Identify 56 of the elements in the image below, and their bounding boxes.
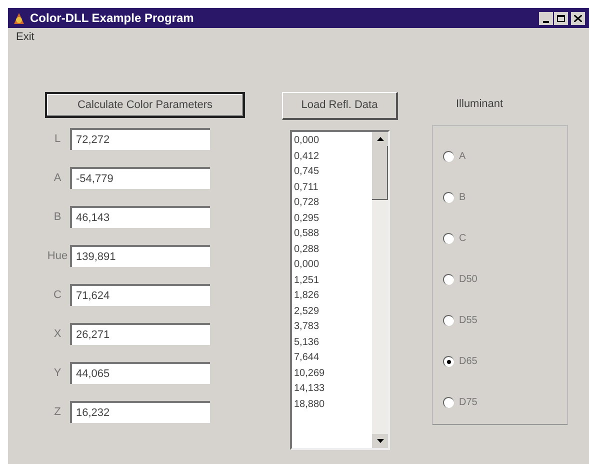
radio-button[interactable] [443,232,454,244]
radio-button[interactable] [443,192,454,202]
list-item[interactable]: 1,251 [294,272,372,288]
list-item[interactable]: 0,588 [294,226,372,242]
radio-button[interactable] [443,356,454,366]
field-label: Z [53,404,62,420]
list-item[interactable]: 0,412 [294,148,372,164]
close-button[interactable] [571,12,585,24]
field-label: A [52,170,62,186]
list-item[interactable]: 3,783 [294,319,372,334]
list-item[interactable]: 14,133 [294,381,372,396]
scrollbar[interactable] [372,132,388,448]
list-item[interactable]: 5,136 [294,334,372,350]
field-label: L [53,132,62,147]
value-field[interactable]: -54,779 [70,167,210,189]
menu-item[interactable]: Exit [12,28,38,46]
value-field[interactable]: 44,065 [70,362,210,384]
scrollbar-thumb[interactable] [372,146,388,200]
value-field[interactable]: 139,891 [70,245,210,267]
list-item[interactable]: 10,269 [294,366,372,381]
value-field[interactable]: 46,143 [70,206,210,228]
list-item[interactable]: 0,000 [294,257,372,272]
list-item[interactable]: 0,711 [294,180,372,195]
value-field[interactable]: 26,271 [70,323,210,345]
list-item[interactable]: 0,745 [294,164,372,180]
reflectance-listbox[interactable]: 0,000 0,412 0,745 0,711 0,728 0,295 0,588 0,288 0,000 1,251 1,826 2,529 3,783 5,136 7,644 10,269 14,133 18,880 [290,130,390,450]
up-arrow-icon[interactable] [376,137,384,141]
list-item[interactable]: 0,288 [294,242,372,257]
minimize-button[interactable] [539,12,553,24]
list-item[interactable]: 7,644 [294,350,372,366]
list-item[interactable]: 0,000 [294,133,372,148]
radio-button[interactable] [443,150,454,162]
field-label: Y [52,366,62,381]
field-label: B [52,210,62,225]
value-field[interactable]: 72,272 [70,128,210,150]
calculate-button[interactable]: Calculate Color Parameters [45,92,245,118]
value-field[interactable]: 71,624 [70,284,210,306]
radio-button[interactable] [443,274,454,284]
list-item[interactable]: 1,826 [294,288,372,304]
field-label: X [52,326,62,342]
list-item[interactable]: 0,295 [294,210,372,226]
field-label: C [52,288,62,303]
close-icon [574,14,582,22]
field-label: Hue [46,248,69,264]
load-button[interactable]: Load Refl. Data [282,92,398,120]
maximize-button[interactable] [554,12,568,24]
list-item[interactable]: 2,529 [294,304,372,319]
radio-button[interactable] [443,314,454,326]
group-title: Illuminant [456,97,504,112]
radio-button[interactable] [443,396,454,408]
app-icon [12,11,26,25]
value-field[interactable]: 16,232 [70,401,210,423]
list-item[interactable]: 0,728 [294,195,372,210]
down-arrow-icon[interactable] [376,439,384,443]
list-item[interactable]: 18,880 [294,396,372,412]
window-title: Color-DLL Example Program [30,10,194,27]
